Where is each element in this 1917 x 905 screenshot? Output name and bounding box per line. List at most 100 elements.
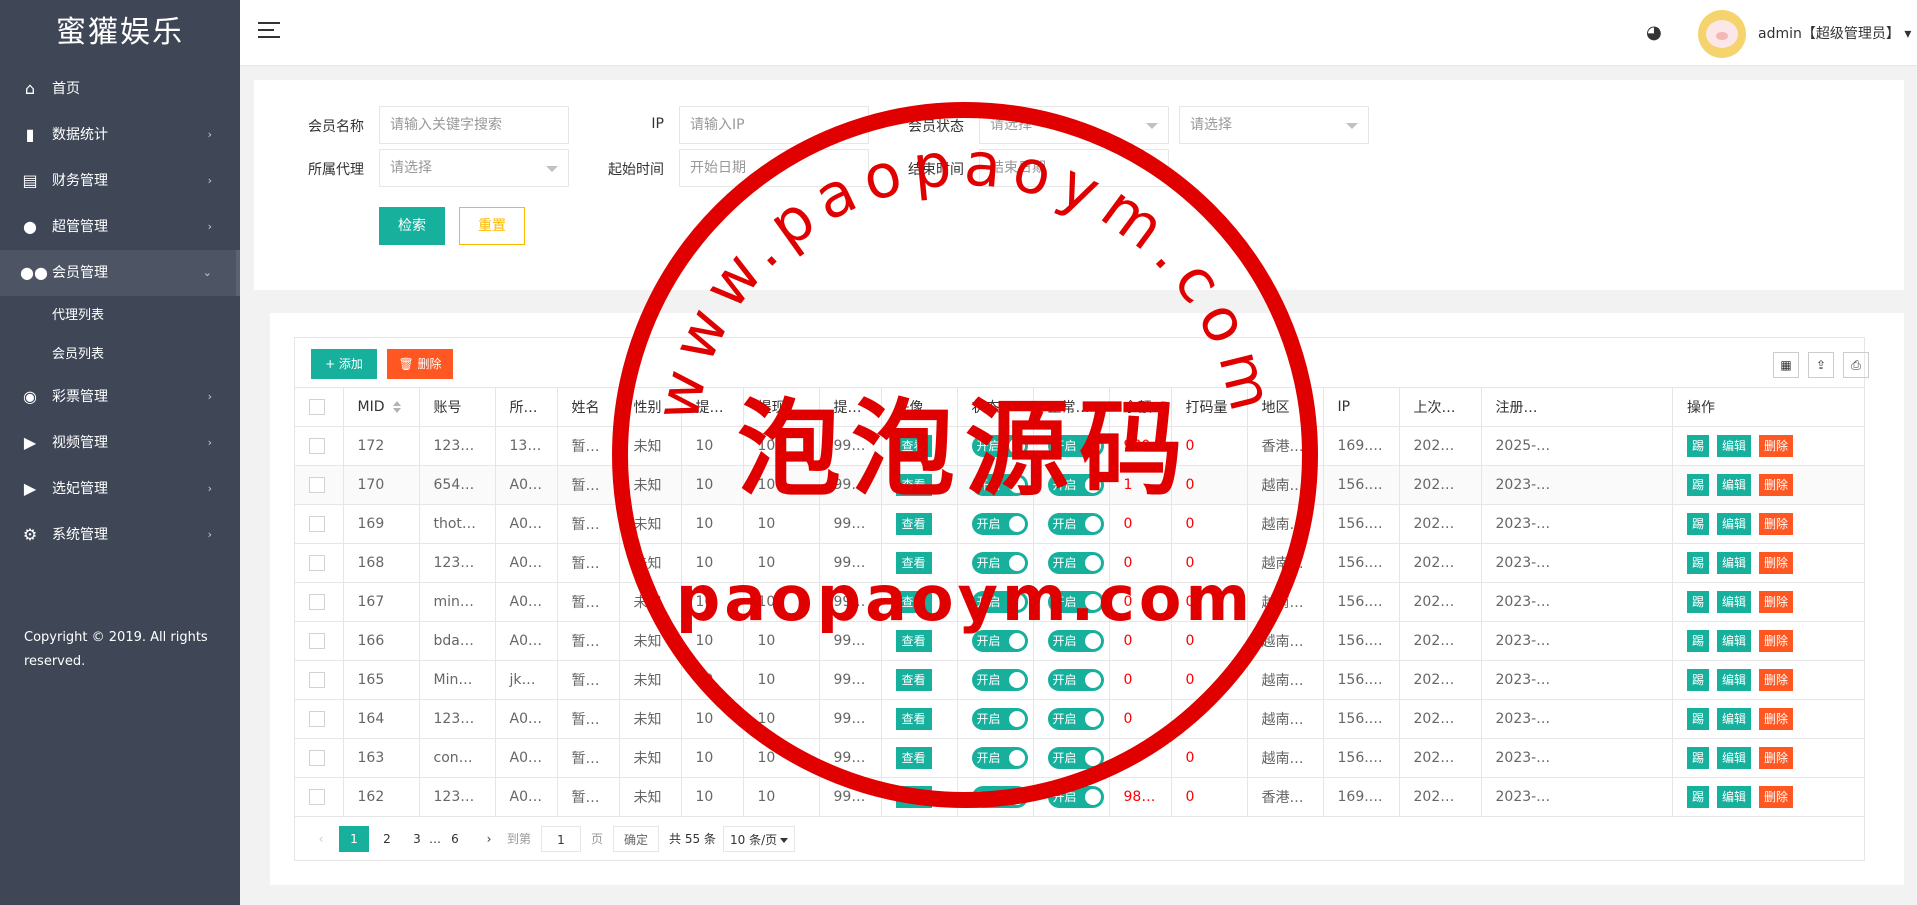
table-row[interactable]: 168 123… A002 暂未… 未知 10 10 999… 查看 开启 开启 0 0 越南… 156.…… (295, 543, 1864, 583)
page-link[interactable]: 2 (375, 826, 399, 852)
status2-select[interactable]: 请选择 (1179, 106, 1369, 144)
reset-button[interactable]: 重置 (459, 207, 525, 245)
view-avatar-button[interactable]: 查看 (895, 473, 932, 496)
status-toggle[interactable]: 开启 (971, 668, 1028, 691)
edit-button[interactable]: 编辑 (1717, 785, 1752, 808)
status-toggle[interactable]: 开启 (971, 551, 1028, 574)
row-delete-button[interactable]: 删除 (1759, 512, 1794, 535)
row-checkbox[interactable] (309, 437, 325, 454)
status-toggle[interactable]: 开启 (971, 629, 1028, 652)
view-avatar-button[interactable]: 查看 (895, 785, 932, 808)
agent-select[interactable]: 请选择 (379, 149, 569, 187)
status-toggle[interactable]: 开启 (971, 590, 1028, 613)
row-delete-button[interactable]: 删除 (1759, 746, 1794, 769)
sidebar-item-concubine[interactable]: ▶ 选妃管理 › (0, 466, 240, 512)
sidebar-item-admin[interactable]: ● 超管管理 › (0, 204, 240, 250)
kick-button[interactable]: 踢 (1687, 551, 1710, 574)
kick-button[interactable]: 踢 (1687, 473, 1710, 496)
page-link-last[interactable]: 6 (443, 826, 467, 852)
sidebar-item-system[interactable]: ⚙ 系统管理 › (0, 512, 240, 558)
columns-icon[interactable]: ▦ (1773, 352, 1799, 378)
table-row[interactable]: 164 123… A007 暂未… 未知 10 10 999… 查看 开启 开启 0 0 越南… 156.…… (295, 699, 1864, 739)
edit-button[interactable]: 编辑 (1717, 434, 1752, 457)
next-page-icon[interactable]: › (477, 826, 501, 852)
status-toggle[interactable]: 开启 (971, 785, 1028, 808)
edit-button[interactable]: 编辑 (1717, 746, 1752, 769)
view-avatar-button[interactable]: 查看 (895, 512, 932, 535)
kick-button[interactable]: 踢 (1687, 746, 1710, 769)
row-checkbox[interactable] (309, 632, 325, 649)
edit-button[interactable]: 编辑 (1717, 551, 1752, 574)
table-row[interactable]: 166 bdas… A003 暂未… 未知 10 10 999… 查看 开启 开启 0 0 越南… 156.… (295, 621, 1864, 661)
edit-button[interactable]: 编辑 (1717, 707, 1752, 730)
row-delete-button[interactable]: 删除 (1759, 590, 1794, 613)
search-button[interactable]: 检索 (379, 207, 445, 245)
kick-button[interactable]: 踢 (1687, 629, 1710, 652)
status-toggle[interactable]: 开启 (971, 473, 1028, 496)
normal-toggle[interactable]: 开启 (1047, 746, 1104, 769)
table-row[interactable]: 172 123… 130… 暂未… 未知 10 10 999… 查看 开启 开启 980 0 香港… 169… (295, 426, 1864, 466)
table-row[interactable]: 169 thot… A005 暂未… 未知 10 10 999… 查看 开启 开启 0 0 越南… 156.… (295, 504, 1864, 544)
normal-toggle[interactable]: 开启 (1047, 473, 1104, 496)
row-checkbox[interactable] (309, 671, 325, 688)
table-row[interactable]: 163 conb… A006 暂未… 未知 10 10 999… 查看 开启 开启 0 0 越南… 156.… (295, 738, 1864, 778)
view-avatar-button[interactable]: 查看 (895, 629, 932, 652)
status-toggle[interactable]: 开启 (971, 512, 1028, 535)
table-row[interactable]: 162 123… A001 暂未… 未知 10 10 999… 查看 开启 开启 98680 0 香港… 1… (295, 777, 1864, 817)
kick-button[interactable]: 踢 (1687, 707, 1710, 730)
row-checkbox[interactable] (309, 593, 325, 610)
table-row[interactable]: 165 Min1… jk12… 暂未… 未知 10 10 999… 查看 开启 开启 0 0 越南… 156… (295, 660, 1864, 700)
export-icon[interactable]: ⇪ (1808, 352, 1834, 378)
row-checkbox[interactable] (309, 749, 325, 766)
select-all-checkbox[interactable] (309, 398, 325, 415)
sidebar-item-lottery[interactable]: ◉ 彩票管理 › (0, 374, 240, 420)
row-checkbox[interactable] (309, 515, 325, 532)
normal-toggle[interactable]: 开启 (1047, 590, 1104, 613)
goto-page-input[interactable]: 1 (541, 826, 581, 852)
row-delete-button[interactable]: 删除 (1759, 707, 1794, 730)
sidebar-item-finance[interactable]: ▤ 财务管理 › (0, 158, 240, 204)
normal-toggle[interactable]: 开启 (1047, 434, 1104, 457)
normal-toggle[interactable]: 开启 (1047, 629, 1104, 652)
view-avatar-button[interactable]: 查看 (895, 590, 932, 613)
sidebar-item-stats[interactable]: ▮ 数据统计 › (0, 112, 240, 158)
normal-toggle[interactable]: 开启 (1047, 512, 1104, 535)
table-row[interactable]: 170 654… A001 暂未… 未知 10 10 999… 查看 开启 开启 1 0 越南… 156.…… (295, 465, 1864, 505)
page-size-select[interactable]: 10 条/页 (723, 826, 795, 852)
view-avatar-button[interactable]: 查看 (895, 551, 932, 574)
column-header[interactable]: MID (343, 388, 420, 427)
view-avatar-button[interactable]: 查看 (895, 668, 932, 691)
user-menu[interactable]: admin【超级管理员】 ▾ (1758, 23, 1911, 43)
prev-page-icon[interactable]: ‹ (309, 826, 333, 852)
sidebar-item-members[interactable]: ●● 会员管理 ⌄ (0, 250, 240, 296)
sidebar-subitem-agents[interactable]: 代理列表 (0, 296, 240, 335)
edit-button[interactable]: 编辑 (1717, 629, 1752, 652)
normal-toggle[interactable]: 开启 (1047, 668, 1104, 691)
edit-button[interactable]: 编辑 (1717, 668, 1752, 691)
row-delete-button[interactable]: 删除 (1759, 668, 1794, 691)
view-avatar-button[interactable]: 查看 (895, 746, 932, 769)
avatar[interactable] (1698, 10, 1746, 58)
normal-toggle[interactable]: 开启 (1047, 785, 1104, 808)
row-delete-button[interactable]: 删除 (1759, 473, 1794, 496)
kick-button[interactable]: 踢 (1687, 590, 1710, 613)
sidebar-subitem-members[interactable]: 会员列表 (0, 335, 240, 374)
ip-input[interactable]: 请输入IP (679, 106, 869, 144)
page-current[interactable]: 1 (339, 826, 369, 852)
view-avatar-button[interactable]: 查看 (895, 707, 932, 730)
sort-icon[interactable] (392, 400, 401, 413)
row-delete-button[interactable]: 删除 (1759, 434, 1794, 457)
sidebar-item-video[interactable]: ▶ 视频管理 › (0, 420, 240, 466)
sidebar-item-home[interactable]: ⌂ 首页 (0, 66, 240, 112)
kick-button[interactable]: 踢 (1687, 512, 1710, 535)
palette-icon[interactable]: ◕ (1646, 22, 1662, 43)
kick-button[interactable]: 踢 (1687, 785, 1710, 808)
print-icon[interactable]: ⎙ (1843, 352, 1869, 378)
member-name-input[interactable]: 请输入关键字搜索 (379, 106, 569, 144)
row-delete-button[interactable]: 删除 (1759, 629, 1794, 652)
edit-button[interactable]: 编辑 (1717, 590, 1752, 613)
status-toggle[interactable]: 开启 (971, 434, 1028, 457)
status-toggle[interactable]: 开启 (971, 746, 1028, 769)
menu-toggle-icon[interactable] (258, 22, 280, 40)
row-checkbox[interactable] (309, 710, 325, 727)
